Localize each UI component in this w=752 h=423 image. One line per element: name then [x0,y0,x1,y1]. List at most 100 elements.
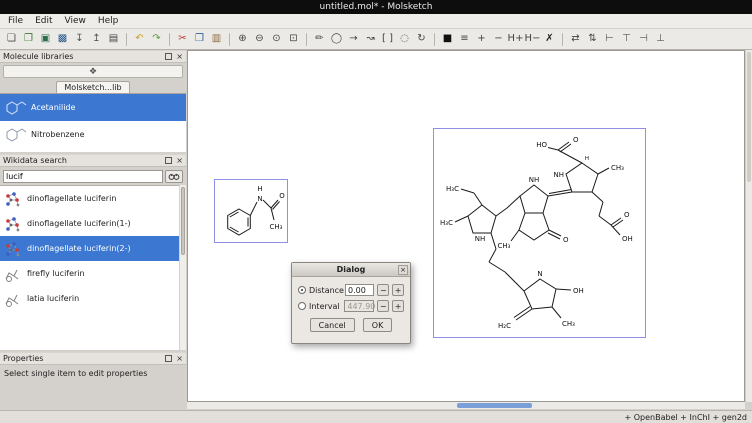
mechanism-arrow-icon[interactable]: ↝ [363,31,378,47]
remove-hydrogen-icon[interactable]: H− [525,31,540,47]
add-hydrogen-icon[interactable]: H+ [508,31,523,47]
align-right-icon[interactable]: ⊣ [636,31,651,47]
spin-decrement-button[interactable]: − [377,300,389,312]
ok-button[interactable]: OK [363,318,393,332]
library-chooser-button[interactable]: ❖ [3,65,183,78]
toolbar-icon-glyph: ▩ [58,34,67,44]
vertical-scrollbar[interactable] [745,50,752,402]
search-result-item[interactable]: latia luciferin [0,286,186,311]
menu-file[interactable]: File [2,15,29,27]
toolbar-separator [562,33,563,46]
results-scrollbar[interactable] [179,185,186,350]
zoom-original-icon[interactable]: ⊙ [269,31,284,47]
spin-increment-button[interactable]: + [392,284,404,296]
scrollbar-thumb[interactable] [181,187,185,255]
bracket-tool-icon[interactable]: [ ] [380,31,395,47]
menu-view[interactable]: View [59,15,92,27]
svg-text:NH: NH [475,235,486,243]
new-document-icon[interactable]: ❏ [4,31,19,47]
toolbar-separator [169,33,170,46]
svg-text:OH: OH [622,235,633,243]
search-button[interactable] [165,170,183,183]
panel-float-button[interactable] [165,355,172,362]
cut-icon[interactable]: ✂ [175,31,190,47]
open-icon[interactable]: ❐ [21,31,36,47]
align-left-icon[interactable]: ⊢ [602,31,617,47]
svg-text:H₃C: H₃C [440,219,453,227]
ring-tool-icon[interactable]: ◯ [329,31,344,47]
flip-horizontal-icon[interactable]: ⇄ [568,31,583,47]
drawing-canvas[interactable]: H N O CH₃ HO O H NH CH₃ [187,50,745,402]
library-button-icon: ❖ [89,67,97,77]
toolbar-icon-glyph: ↝ [366,34,374,44]
dialog-titlebar[interactable]: Dialog × [292,263,410,277]
delete-tool-icon[interactable]: ✗ [542,31,557,47]
color-swatch-icon[interactable]: ■ [440,31,455,47]
panel-title: Properties [3,354,43,363]
value-spinbox[interactable]: 447.90 [344,300,374,312]
toolbar-icon-glyph: ⇄ [571,34,579,44]
save-icon[interactable]: ▣ [38,31,53,47]
align-top-icon[interactable]: ⊤ [619,31,634,47]
molecule-selection-acetanilide[interactable]: H N O CH₃ [214,179,288,243]
svg-text:NH: NH [554,171,565,179]
panel-close-button[interactable]: × [176,355,183,363]
panel-float-button[interactable] [165,157,172,164]
dialog-body: Distance 0.00 − + Interval 447.90 − + [292,277,410,314]
luciferin-structure: HO O H NH CH₃ O OH NH [434,129,647,339]
panel-close-button[interactable]: × [176,157,183,165]
toolbar-icon-glyph: ✏ [315,34,323,44]
panel-close-button[interactable]: × [176,53,183,61]
draw-tool-icon[interactable]: ✏ [312,31,327,47]
scrollbar-thumb[interactable] [457,403,532,408]
svg-text:CH₃: CH₃ [270,223,283,231]
search-result-item[interactable]: dinoflagellate luciferin(2-) [0,236,186,261]
spin-row-label: Interval [309,302,341,311]
search-result-item[interactable]: dinoflagellate luciferin [0,186,186,211]
dialog-close-button[interactable]: × [398,265,408,275]
library-item[interactable]: Nitrobenzene [0,121,186,148]
scrollbar-thumb[interactable] [747,52,751,182]
paste-icon[interactable]: ▥ [209,31,224,47]
wikidata-search-panel: Wikidata search × [0,154,186,350]
search-result-item[interactable]: dinoflagellate luciferin(1-) [0,211,186,236]
charge-plus-icon[interactable]: + [474,31,489,47]
redo-icon[interactable]: ↷ [149,31,164,47]
toolbar-icon-glyph: ⊕ [238,34,246,44]
statusbar: + OpenBabel + InChI + gen2d [0,410,752,423]
menu-help[interactable]: Help [92,15,125,27]
library-tab[interactable]: Molsketch...lib [56,81,129,93]
reaction-arrow-icon[interactable]: → [346,31,361,47]
horizontal-scrollbar[interactable] [187,402,745,409]
rotate-tool-icon[interactable]: ↻ [414,31,429,47]
undo-icon[interactable]: ↶ [132,31,147,47]
import-icon[interactable]: ↧ [72,31,87,47]
binoculars-icon [168,171,180,181]
search-result-item[interactable]: firefly luciferin [0,261,186,286]
save-as-icon[interactable]: ▩ [55,31,70,47]
molecule-selection-luciferin[interactable]: HO O H NH CH₃ O OH NH [433,128,646,338]
flip-vertical-icon[interactable]: ⇅ [585,31,600,47]
charge-minus-icon[interactable]: − [491,31,506,47]
wikidata-search-input[interactable] [3,170,163,183]
spin-increment-button[interactable]: + [392,300,404,312]
zoom-out-icon[interactable]: ⊖ [252,31,267,47]
cancel-button[interactable]: Cancel [310,318,355,332]
zoom-fit-icon[interactable]: ⊡ [286,31,301,47]
export-icon[interactable]: ↥ [89,31,104,47]
radio-button[interactable] [298,286,306,294]
print-icon[interactable]: ▤ [106,31,121,47]
panel-float-button[interactable] [165,53,172,60]
menubar: File Edit View Help [0,14,752,29]
radio-button[interactable] [298,302,306,310]
library-item[interactable]: Acetanilide [0,94,186,121]
value-spinbox[interactable]: 0.00 [345,284,374,296]
menu-edit[interactable]: Edit [29,15,58,27]
line-width-icon[interactable]: ≡ [457,31,472,47]
spin-decrement-button[interactable]: − [377,284,389,296]
align-bottom-icon[interactable]: ⊥ [653,31,668,47]
menu-item-label: Help [98,16,119,26]
copy-icon[interactable]: ❒ [192,31,207,47]
zoom-in-icon[interactable]: ⊕ [235,31,250,47]
lasso-tool-icon[interactable]: ◌ [397,31,412,47]
